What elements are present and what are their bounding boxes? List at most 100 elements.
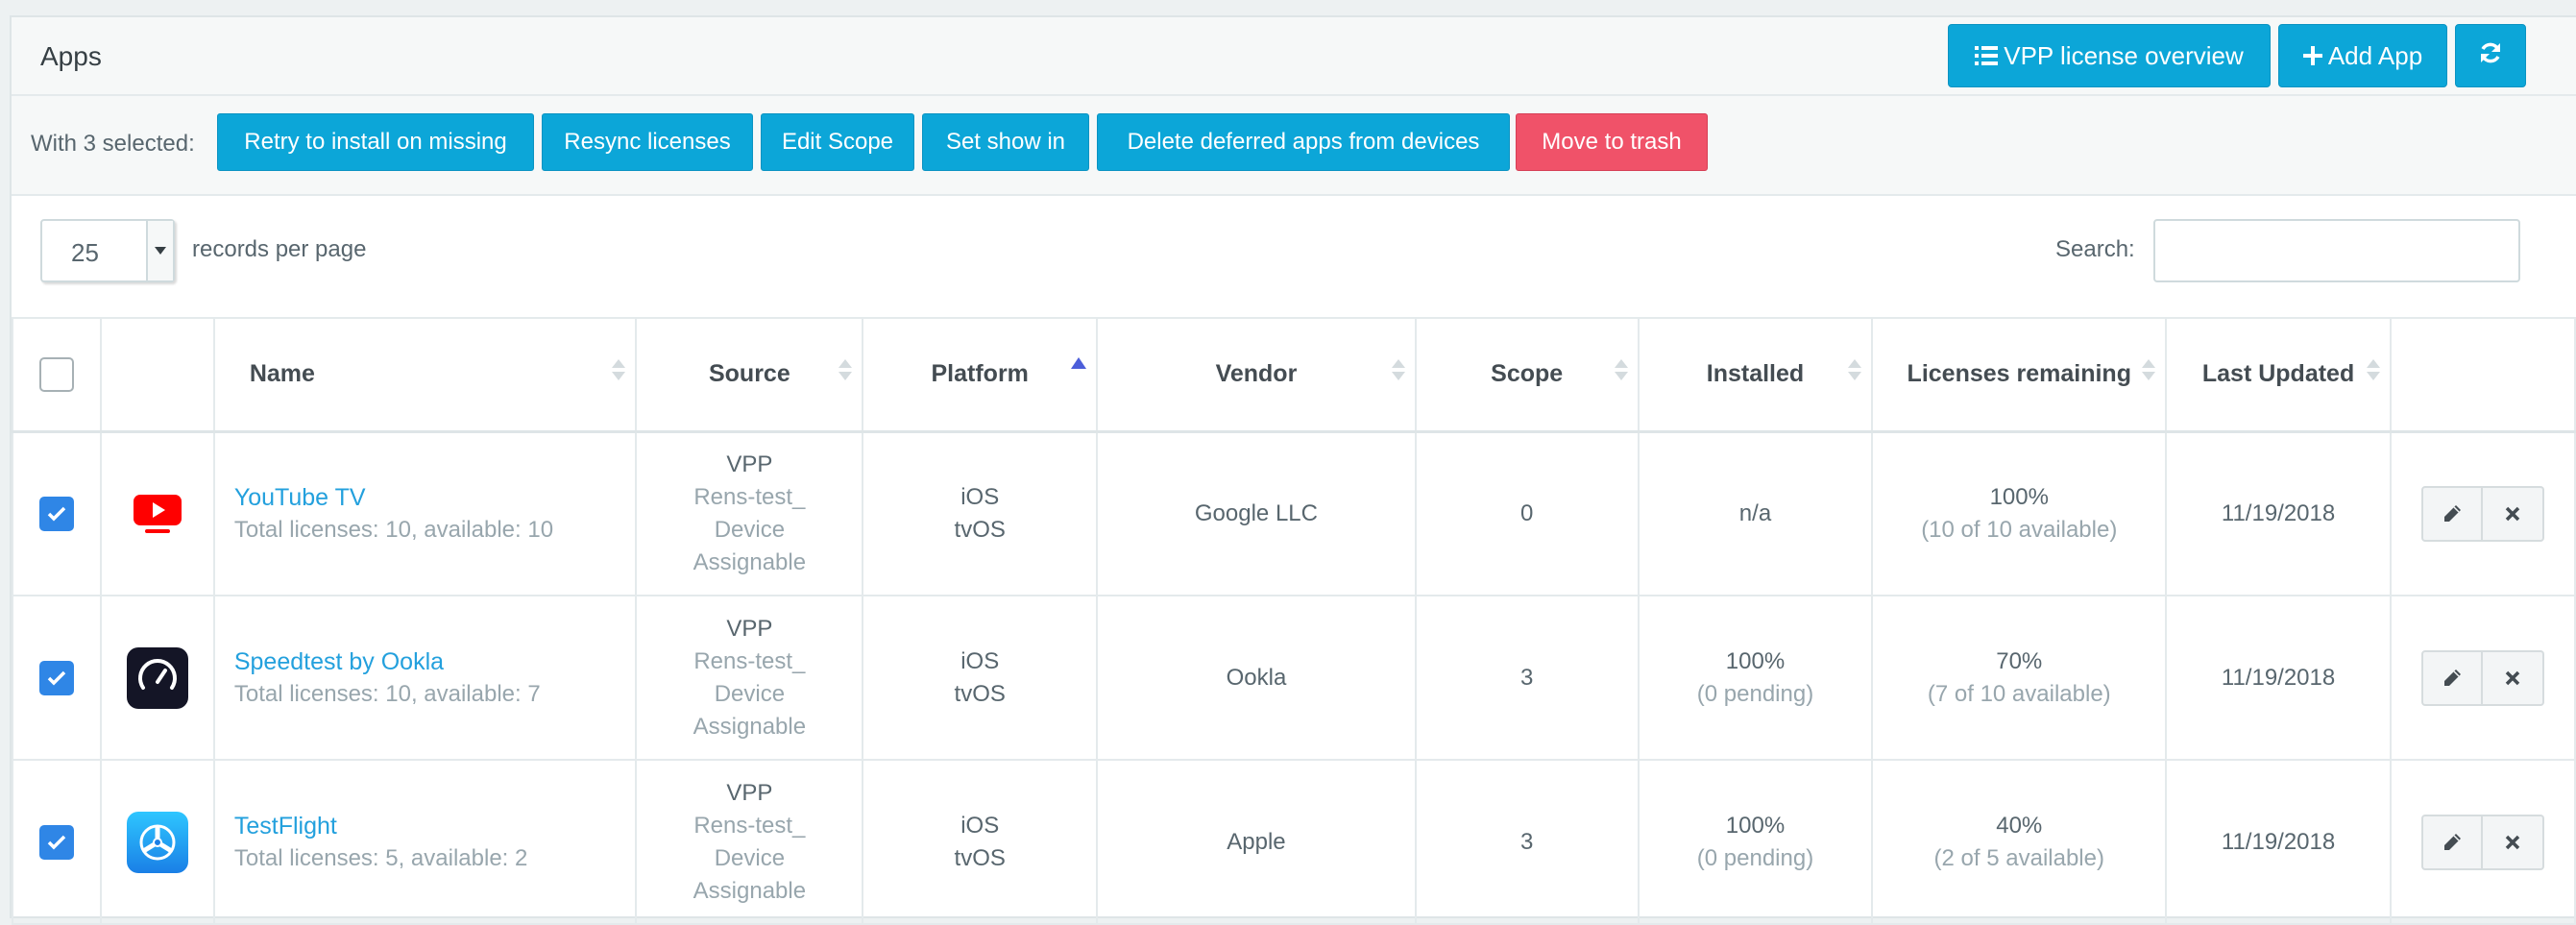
pencil-icon — [2443, 833, 2461, 850]
retry-install-button[interactable]: Retry to install on missing — [217, 113, 534, 171]
licenses-remaining-percent: 100% — [1989, 483, 2049, 510]
checkmark-icon — [47, 506, 66, 522]
row-checkbox[interactable] — [38, 824, 74, 860]
actions-cell — [2389, 759, 2576, 925]
column-header-platform[interactable]: Platform — [862, 317, 1099, 433]
edit-button[interactable] — [2420, 485, 2483, 542]
app-icon-cell — [99, 759, 215, 925]
page-length-value: 25 — [71, 238, 99, 267]
app-icon-cell — [99, 595, 215, 761]
platform-ios: iOS — [960, 812, 1000, 839]
column-label-name: Name — [249, 360, 315, 388]
edit-scope-button[interactable]: Edit Scope — [761, 113, 914, 171]
licenses-remaining-percent: 40% — [1996, 812, 2043, 839]
resync-licenses-button[interactable]: Resync licenses — [542, 113, 753, 171]
page-title: Apps — [40, 41, 102, 71]
row-select-cell — [12, 759, 102, 925]
row-select-cell — [12, 595, 102, 761]
source-type: VPP — [726, 615, 773, 642]
add-app-button[interactable]: Add App — [2278, 24, 2447, 87]
column-header-name[interactable]: Name — [212, 317, 638, 433]
platform-tvos: tvOS — [954, 680, 1006, 707]
refresh-button[interactable] — [2455, 24, 2526, 87]
row-checkbox[interactable] — [38, 496, 74, 531]
add-app-label: Add App — [2327, 40, 2423, 70]
installed-pending: (0 pending) — [1696, 680, 1814, 707]
testflight-icon — [126, 811, 188, 873]
installed-pending: (0 pending) — [1696, 844, 1814, 871]
source-assign-mode: Assignable — [693, 713, 807, 740]
scope-cell: 3 — [1414, 759, 1640, 925]
last-updated-cell: 11/19/2018 — [2165, 430, 2392, 596]
app-name-link[interactable]: TestFlight — [234, 810, 636, 842]
actions-header — [2389, 317, 2576, 433]
platform-ios: iOS — [960, 483, 1000, 510]
installed-value: 100% — [1725, 647, 1786, 674]
select-all-header — [12, 317, 102, 433]
edit-button[interactable] — [2420, 649, 2483, 706]
search-input[interactable] — [2153, 219, 2520, 282]
delete-button[interactable] — [2482, 649, 2544, 706]
delete-button[interactable] — [2482, 814, 2544, 870]
refresh-icon — [2478, 40, 2503, 72]
sort-icon — [1848, 359, 1862, 380]
checkmark-icon — [47, 670, 66, 685]
licenses-remaining-cell: 100% (10 of 10 available) — [1871, 430, 2168, 596]
select-all-checkbox[interactable] — [38, 356, 74, 392]
row-checkbox[interactable] — [38, 660, 74, 695]
page-length-select[interactable]: 25 — [40, 219, 175, 282]
checkmark-icon — [47, 835, 66, 849]
source-assign-type: Device — [714, 844, 786, 871]
apps-table: Name Source Platform Vendor Scope Instal… — [12, 317, 2576, 925]
actions-cell — [2389, 430, 2576, 596]
licenses-remaining-percent: 70% — [1996, 647, 2043, 674]
records-per-page-label: records per page — [192, 236, 367, 262]
licenses-remaining-detail: (7 of 10 available) — [1927, 680, 2111, 707]
column-header-installed[interactable]: Installed — [1637, 317, 1874, 433]
row-select-cell — [12, 430, 102, 596]
column-header-licenses-remaining[interactable]: Licenses remaining — [1871, 317, 2168, 433]
table-row: YouTube TV Total licenses: 10, available… — [12, 430, 2576, 596]
source-type: VPP — [726, 779, 773, 806]
app-name-link[interactable]: Speedtest by Ookla — [234, 645, 636, 678]
source-cell: VPP Rens-test_ Device Assignable — [635, 430, 864, 596]
vendor-cell: Apple — [1096, 759, 1417, 925]
licenses-remaining-cell: 70% (7 of 10 available) — [1871, 595, 2168, 761]
source-assign-type: Device — [714, 680, 786, 707]
vendor-cell: Google LLC — [1096, 430, 1417, 596]
column-label-installed: Installed — [1706, 360, 1805, 388]
move-to-trash-button[interactable]: Move to trash — [1516, 113, 1708, 171]
source-assign-type: Device — [714, 516, 786, 543]
table-header-row: Name Source Platform Vendor Scope Instal… — [12, 317, 2576, 433]
table-row: TestFlight Total licenses: 5, available:… — [12, 759, 2576, 925]
app-name-link[interactable]: YouTube TV — [234, 481, 636, 514]
source-cell: VPP Rens-test_ Device Assignable — [635, 595, 864, 761]
installed-cell: 100% (0 pending) — [1637, 595, 1874, 761]
source-type: VPP — [726, 450, 773, 477]
installed-value: 100% — [1725, 812, 1786, 839]
source-assign-mode: Assignable — [693, 877, 807, 904]
column-header-last-updated[interactable]: Last Updated — [2165, 317, 2392, 433]
edit-button[interactable] — [2420, 814, 2483, 870]
delete-button[interactable] — [2482, 485, 2544, 542]
row-actions — [2420, 649, 2544, 706]
source-token: Rens-test_ — [693, 812, 806, 839]
speedtest-icon — [126, 646, 188, 709]
bulk-actions-bar: With 3 selected: Retry to install on mis… — [12, 96, 2576, 196]
column-label-platform: Platform — [931, 360, 1029, 388]
bulk-selection-label: With 3 selected: — [31, 131, 195, 157]
set-show-in-button[interactable]: Set show in — [922, 113, 1089, 171]
licenses-remaining-detail: (10 of 10 available) — [1921, 516, 2118, 543]
table-row: Speedtest by Ookla Total licenses: 10, a… — [12, 595, 2576, 761]
column-header-scope[interactable]: Scope — [1414, 317, 1640, 433]
vpp-license-overview-button[interactable]: VPP license overview — [1948, 24, 2271, 87]
column-header-vendor[interactable]: Vendor — [1096, 317, 1417, 433]
column-header-source[interactable]: Source — [635, 317, 864, 433]
platform-cell: iOS tvOS — [862, 430, 1099, 596]
last-updated-cell: 11/19/2018 — [2165, 759, 2392, 925]
close-icon — [2505, 835, 2520, 849]
delete-deferred-apps-button[interactable]: Delete deferred apps from devices — [1097, 113, 1510, 171]
actions-cell — [2389, 595, 2576, 761]
pencil-icon — [2443, 504, 2461, 522]
row-actions — [2420, 814, 2544, 870]
